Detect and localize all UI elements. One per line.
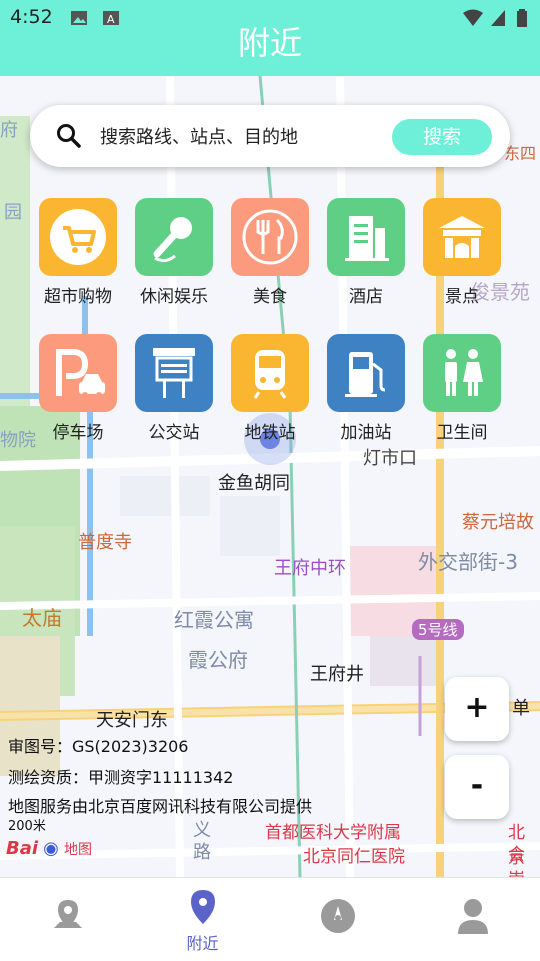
category-gas-station[interactable]: 加油站 (318, 334, 414, 444)
map-label-waijiaobu: 外交部街-3 (418, 550, 518, 574)
category-scenic[interactable]: 景点 (414, 198, 510, 308)
map-label-wangfuzhonghuan: 王府中环 (274, 558, 346, 579)
bus-stop-icon (153, 348, 195, 398)
category-label: 景点 (445, 287, 479, 307)
page-title: 附近 (237, 24, 302, 62)
map-label-lu: 路 (193, 842, 211, 863)
category-label: 加油站 (340, 423, 392, 443)
category-food[interactable]: 美食 (222, 198, 318, 308)
parking-icon (56, 349, 105, 398)
category-restroom[interactable]: 卫生间 (414, 334, 510, 444)
tab-discover[interactable] (270, 878, 405, 961)
category-label: 美食 (253, 287, 287, 307)
category-label: 公交站 (148, 423, 200, 443)
category-supermarket[interactable]: 超市购物 (30, 198, 126, 308)
category-bus-stop[interactable]: 公交站 (126, 334, 222, 444)
map-label-taimiao: 太庙 (22, 606, 62, 630)
microphone-icon (153, 217, 192, 263)
baidu-paw-icon: ◉ (43, 838, 59, 859)
map-label-dan: 单 (512, 698, 530, 719)
category-parking[interactable]: 停车场 (30, 334, 126, 444)
subway-icon (253, 350, 287, 399)
category-label: 休闲娱乐 (140, 287, 208, 307)
map-label-tongren: 北京同仁医院 (303, 847, 405, 867)
map-label-hongxia: 红霞公寓 (174, 608, 254, 632)
map-label-wangfujing: 王府井 (310, 664, 364, 685)
category-label: 超市购物 (44, 287, 112, 307)
map-label-fu: 府 (0, 120, 18, 141)
search-input[interactable] (98, 119, 402, 155)
tab-profile[interactable] (405, 878, 540, 961)
hotel-building-icon (345, 216, 389, 261)
search-icon (57, 124, 81, 148)
baidu-logo: Bai ◉ 地图 (6, 838, 92, 859)
map-label-yuan: 园 (4, 202, 22, 223)
gas-pump-icon (345, 352, 386, 397)
map-scale-text: 200米 (8, 819, 46, 834)
compass-icon (321, 899, 355, 933)
zoom-out-button[interactable]: - (445, 755, 509, 819)
map-label-line5: 5号线 (412, 619, 464, 640)
tab-map[interactable] (0, 878, 135, 961)
location-icon (191, 890, 215, 924)
map-label-xiagongfu: 霞公府 (188, 648, 248, 672)
search-bar: 搜索 (30, 105, 510, 167)
search-button[interactable]: 搜索 (392, 119, 492, 155)
map-label-pudusi: 普度寺 (78, 532, 132, 553)
bottom-tab-bar: 附近 (0, 877, 540, 961)
category-entertainment[interactable]: 休闲娱乐 (126, 198, 222, 308)
map-qualification-text: 测绘资质：甲测资字11111342 (8, 768, 234, 787)
category-subway[interactable]: 地铁站 (222, 334, 318, 444)
map-label-jinyu: 金鱼胡同 (218, 473, 290, 494)
user-icon (458, 899, 488, 934)
zoom-in-button[interactable]: + (445, 677, 509, 741)
map-label-huichong: 会崇 (508, 845, 525, 877)
category-label: 地铁站 (244, 423, 296, 443)
map-label-dengshikou: 灯市口 (363, 448, 417, 469)
map-approval-text: 审图号：GS(2023)3206 (8, 737, 189, 756)
category-hotel[interactable]: 酒店 (318, 198, 414, 308)
map-label-caiyuan: 蔡元培故 (462, 512, 534, 533)
map-label-shoudu: 首都医科大学附属 (265, 823, 401, 843)
fork-knife-icon (242, 209, 298, 265)
gate-icon (439, 216, 485, 258)
map-pin-icon (54, 900, 82, 928)
shopping-cart-icon (50, 209, 106, 265)
category-label: 卫生间 (436, 423, 488, 443)
category-label: 酒店 (349, 287, 383, 307)
tab-nearby[interactable]: 附近 (135, 878, 270, 961)
map-provider-text: 地图服务由北京百度网讯科技有限公司提供 (8, 797, 313, 816)
restroom-icon (445, 349, 483, 396)
map-label-tiananmendong: 天安门东 (96, 710, 168, 731)
category-label: 停车场 (52, 423, 104, 443)
tab-label: 附近 (186, 934, 219, 953)
app-bar: 附近 (0, 24, 540, 76)
